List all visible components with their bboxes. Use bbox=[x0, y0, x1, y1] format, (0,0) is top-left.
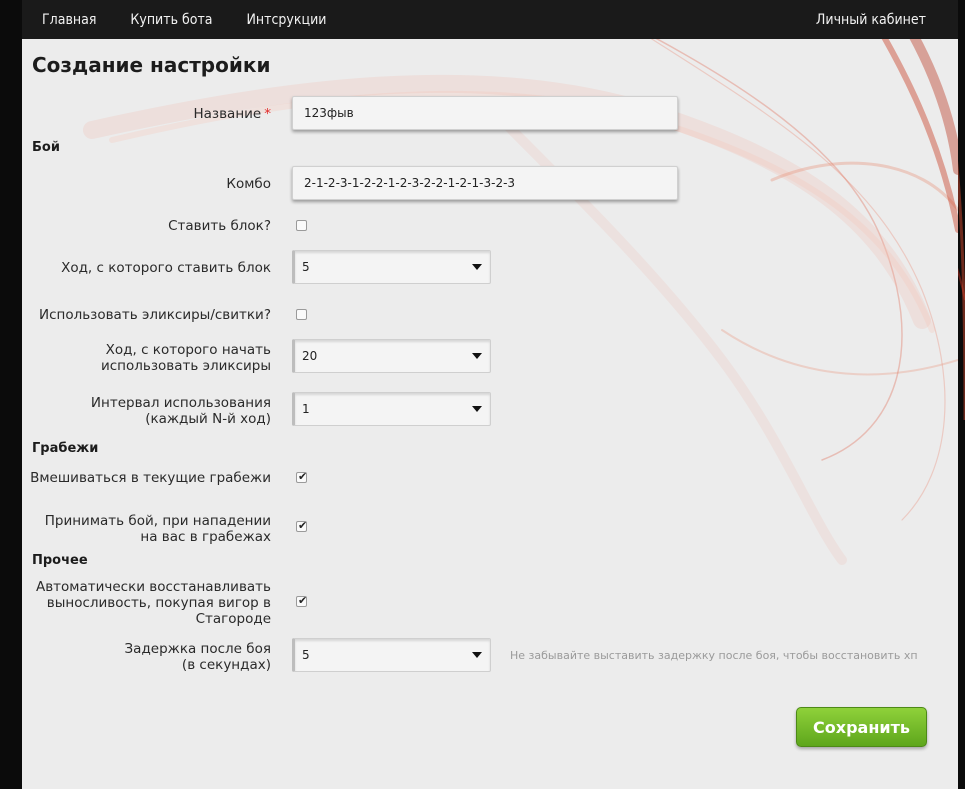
delay-label-line2: (в секундах) bbox=[181, 657, 271, 673]
auto-restore-checkbox[interactable]: ✔ bbox=[296, 594, 308, 607]
use-elixirs-label: Использовать эликсиры/свитки? bbox=[38, 307, 271, 323]
chevron-down-icon bbox=[472, 353, 482, 359]
content-panel: Главная Купить бота Интсрукции Личный ка… bbox=[22, 0, 958, 789]
accept-fight-label-line1: Принимать бой, при нападении bbox=[44, 513, 271, 529]
delay-label-line1: Задержка после боя bbox=[124, 641, 271, 657]
interval-select[interactable]: 1 bbox=[292, 392, 491, 426]
interval-label-line2: (каждый N-й ход) bbox=[145, 411, 271, 427]
delay-value: 5 bbox=[302, 648, 310, 662]
chevron-down-icon bbox=[472, 406, 482, 412]
name-input[interactable]: 123фыв bbox=[292, 96, 678, 130]
section-robbery: Грабежи bbox=[32, 441, 99, 456]
chevron-down-icon bbox=[472, 264, 482, 270]
check-icon: ✔ bbox=[298, 519, 308, 532]
elixir-start-select[interactable]: 20 bbox=[292, 339, 491, 373]
auto-restore-label: Автоматически восстанавливать выносливос… bbox=[36, 579, 271, 627]
block-turn-select[interactable]: 5 bbox=[292, 250, 491, 284]
page-title: Создание настройки bbox=[32, 53, 271, 77]
block-checkbox[interactable] bbox=[296, 220, 307, 231]
nav-instructions-link[interactable]: Интсрукции bbox=[247, 12, 327, 28]
section-other: Прочее bbox=[32, 553, 88, 568]
join-robbery-label: Вмешиваться в текущие грабежи bbox=[30, 470, 271, 486]
interval-label-line1: Интервал использования bbox=[90, 395, 271, 411]
nav-home-link[interactable]: Главная bbox=[42, 12, 96, 28]
section-fight: Бой bbox=[32, 140, 60, 155]
delay-hint: Не забывайте выставить задержку после бо… bbox=[510, 649, 918, 662]
check-icon: ✔ bbox=[298, 594, 308, 607]
elixir-start-label-line1: Ход, с которого начать bbox=[105, 342, 271, 358]
block-turn-value: 5 bbox=[302, 260, 310, 274]
accept-fight-label: Принимать бой, при нападении на вас в гр… bbox=[45, 513, 271, 545]
auto-restore-label-line1: Автоматически восстанавливать bbox=[35, 579, 271, 595]
required-mark: * bbox=[264, 106, 271, 122]
block-turn-label: Ход, с которого ставить блок bbox=[61, 260, 271, 276]
save-button[interactable]: Сохранить bbox=[796, 707, 927, 747]
auto-restore-label-line2: выносливость, покупая вигор в bbox=[46, 595, 271, 611]
name-label: Название * bbox=[194, 106, 272, 122]
accept-fight-label-line2: на вас в грабежах bbox=[140, 529, 271, 545]
delay-select[interactable]: 5 bbox=[292, 638, 491, 672]
nav-account-link[interactable]: Личный кабинет bbox=[816, 12, 926, 28]
interval-label: Интервал использования (каждый N-й ход) bbox=[91, 395, 271, 427]
delay-label: Задержка после боя (в секундах) bbox=[125, 641, 271, 673]
elixir-start-label-line2: использовать эликсиры bbox=[100, 358, 271, 374]
elixir-start-label: Ход, с которого начать использовать элик… bbox=[101, 342, 271, 374]
use-elixirs-checkbox[interactable] bbox=[296, 309, 307, 320]
combo-label: Комбо bbox=[226, 176, 271, 192]
nav-buy-bot-link[interactable]: Купить бота bbox=[130, 12, 212, 28]
block-label: Ставить блок? bbox=[168, 218, 271, 234]
check-icon: ✔ bbox=[298, 470, 308, 483]
top-navigation: Главная Купить бота Интсрукции Личный ка… bbox=[22, 0, 958, 39]
join-robbery-checkbox[interactable]: ✔ bbox=[296, 470, 308, 483]
accept-fight-checkbox[interactable]: ✔ bbox=[296, 519, 308, 532]
name-label-text: Название bbox=[193, 106, 262, 122]
interval-value: 1 bbox=[302, 402, 310, 416]
elixir-start-value: 20 bbox=[302, 349, 318, 363]
auto-restore-label-line3: Стагороде bbox=[195, 611, 271, 627]
combo-input[interactable]: 2-1-2-3-1-2-2-1-2-3-2-2-1-2-1-3-2-3 bbox=[292, 166, 678, 200]
chevron-down-icon bbox=[472, 652, 482, 658]
